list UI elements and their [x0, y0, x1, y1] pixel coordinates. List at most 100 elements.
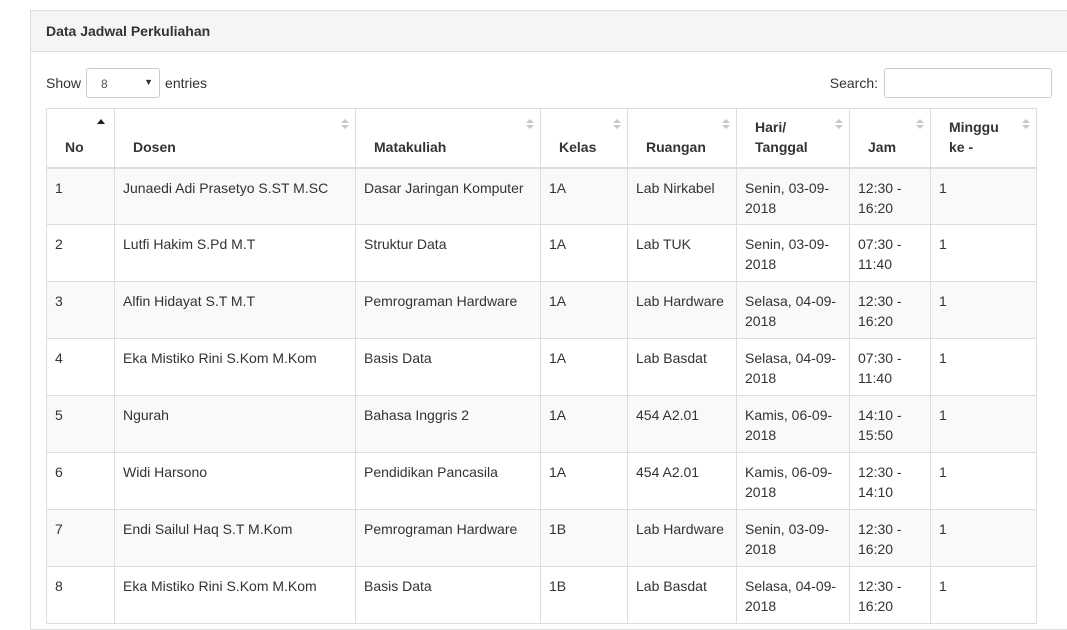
- column-header-no[interactable]: No: [46, 108, 115, 169]
- cell-no: 1: [46, 167, 115, 225]
- cell-jam: 07:30 - 11:40: [849, 338, 931, 396]
- cell-minggu: 1: [930, 338, 1037, 396]
- table-row: 6 Widi Harsono Pendidikan Pancasila 1A 4…: [46, 452, 1037, 510]
- sort-both-icon: [722, 119, 730, 131]
- schedule-table: No Dosen Matakuliah Kelas Ruangan Hari/ …: [46, 108, 1037, 624]
- cell-kelas: 1A: [540, 167, 628, 225]
- cell-jam: 12:30 - 16:20: [849, 167, 931, 225]
- table-row: 1 Junaedi Adi Prasetyo S.ST M.SC Dasar J…: [46, 167, 1037, 225]
- cell-hari-tanggal: Senin, 03-09-2018: [736, 224, 850, 282]
- cell-ruangan: Lab Nirkabel: [627, 167, 737, 225]
- cell-minggu: 1: [930, 281, 1037, 339]
- entries-select[interactable]: 8 ▼: [86, 68, 161, 98]
- cell-ruangan: 454 A2.01: [627, 452, 737, 510]
- cell-dosen: Eka Mistiko Rini S.Kom M.Kom: [114, 566, 356, 624]
- cell-no: 8: [46, 566, 115, 624]
- cell-no: 7: [46, 509, 115, 567]
- cell-minggu: 1: [930, 395, 1037, 453]
- cell-ruangan: Lab TUK: [627, 224, 737, 282]
- column-header-minggu-ke[interactable]: Minggu ke -: [930, 108, 1037, 169]
- cell-hari-tanggal: Kamis, 06-09-2018: [736, 395, 850, 453]
- search-input[interactable]: [884, 68, 1052, 98]
- cell-dosen: Widi Harsono: [114, 452, 356, 510]
- show-label: Show: [46, 75, 82, 91]
- cell-matakuliah: Struktur Data: [355, 224, 541, 282]
- column-header-matakuliah[interactable]: Matakuliah: [355, 108, 541, 169]
- cell-dosen: Ngurah: [114, 395, 356, 453]
- column-header-hari-tanggal[interactable]: Hari/ Tanggal: [736, 108, 850, 169]
- search-label: Search:: [829, 75, 878, 91]
- cell-matakuliah: Pemrograman Hardware: [355, 281, 541, 339]
- cell-kelas: 1A: [540, 338, 628, 396]
- cell-minggu: 1: [930, 167, 1037, 225]
- column-header-kelas[interactable]: Kelas: [540, 108, 628, 169]
- cell-no: 6: [46, 452, 115, 510]
- table-row: 8 Eka Mistiko Rini S.Kom M.Kom Basis Dat…: [46, 566, 1037, 624]
- table-controls: Show 8 ▼ entries Search:: [46, 67, 1052, 99]
- table-row: 4 Eka Mistiko Rini S.Kom M.Kom Basis Dat…: [46, 338, 1037, 396]
- cell-no: 3: [46, 281, 115, 339]
- cell-kelas: 1B: [540, 566, 628, 624]
- table-row: 7 Endi Sailul Haq S.T M.Kom Pemrograman …: [46, 509, 1037, 567]
- cell-jam: 07:30 - 11:40: [849, 224, 931, 282]
- sort-both-icon: [835, 119, 843, 131]
- cell-hari-tanggal: Selasa, 04-09-2018: [736, 338, 850, 396]
- cell-kelas: 1A: [540, 452, 628, 510]
- sort-both-icon: [613, 119, 621, 131]
- column-header-ruangan[interactable]: Ruangan: [627, 108, 737, 169]
- cell-dosen: Lutfi Hakim S.Pd M.T: [114, 224, 356, 282]
- table-row: 3 Alfin Hidayat S.T M.T Pemrograman Hard…: [46, 281, 1037, 339]
- cell-no: 5: [46, 395, 115, 453]
- table-row: 5 Ngurah Bahasa Inggris 2 1A 454 A2.01 K…: [46, 395, 1037, 453]
- cell-matakuliah: Pemrograman Hardware: [355, 509, 541, 567]
- cell-minggu: 1: [930, 566, 1037, 624]
- sort-ascending-icon: [97, 119, 105, 124]
- cell-dosen: Alfin Hidayat S.T M.T: [114, 281, 356, 339]
- cell-jam: 12:30 - 14:10: [849, 452, 931, 510]
- cell-hari-tanggal: Kamis, 06-09-2018: [736, 452, 850, 510]
- cell-ruangan: Lab Hardware: [627, 509, 737, 567]
- cell-minggu: 1: [930, 509, 1037, 567]
- cell-jam: 12:30 - 16:20: [849, 566, 931, 624]
- cell-jam: 12:30 - 16:20: [849, 509, 931, 567]
- table-row: 2 Lutfi Hakim S.Pd M.T Struktur Data 1A …: [46, 224, 1037, 282]
- cell-matakuliah: Basis Data: [355, 566, 541, 624]
- cell-hari-tanggal: Selasa, 04-09-2018: [736, 281, 850, 339]
- cell-minggu: 1: [930, 224, 1037, 282]
- schedule-panel: Data Jadwal Perkuliahan Show 8 ▼ entries…: [30, 10, 1067, 630]
- panel-title: Data Jadwal Perkuliahan: [31, 11, 1067, 52]
- cell-matakuliah: Basis Data: [355, 338, 541, 396]
- cell-hari-tanggal: Senin, 03-09-2018: [736, 167, 850, 225]
- table-header-row: No Dosen Matakuliah Kelas Ruangan Hari/ …: [46, 108, 1037, 169]
- cell-jam: 14:10 - 15:50: [849, 395, 931, 453]
- cell-matakuliah: Dasar Jaringan Komputer: [355, 167, 541, 225]
- cell-dosen: Eka Mistiko Rini S.Kom M.Kom: [114, 338, 356, 396]
- cell-ruangan: Lab Basdat: [627, 566, 737, 624]
- cell-kelas: 1A: [540, 281, 628, 339]
- cell-dosen: Junaedi Adi Prasetyo S.ST M.SC: [114, 167, 356, 225]
- cell-ruangan: Lab Basdat: [627, 338, 737, 396]
- entries-select-value: 8: [101, 77, 108, 91]
- entries-label: entries: [165, 75, 208, 91]
- cell-matakuliah: Pendidikan Pancasila: [355, 452, 541, 510]
- cell-jam: 12:30 - 16:20: [849, 281, 931, 339]
- cell-minggu: 1: [930, 452, 1037, 510]
- cell-dosen: Endi Sailul Haq S.T M.Kom: [114, 509, 356, 567]
- sort-both-icon: [916, 119, 924, 131]
- cell-no: 2: [46, 224, 115, 282]
- cell-ruangan: 454 A2.01: [627, 395, 737, 453]
- cell-kelas: 1A: [540, 395, 628, 453]
- cell-kelas: 1A: [540, 224, 628, 282]
- cell-hari-tanggal: Senin, 03-09-2018: [736, 509, 850, 567]
- column-header-jam[interactable]: Jam: [849, 108, 931, 169]
- cell-matakuliah: Bahasa Inggris 2: [355, 395, 541, 453]
- cell-no: 4: [46, 338, 115, 396]
- search-control: Search:: [830, 67, 1052, 99]
- column-header-dosen[interactable]: Dosen: [114, 108, 356, 169]
- chevron-down-icon: ▼: [144, 77, 154, 87]
- entries-length-control: Show 8 ▼ entries: [46, 67, 207, 99]
- sort-both-icon: [341, 119, 349, 131]
- sort-both-icon: [526, 119, 534, 131]
- cell-hari-tanggal: Selasa, 04-09-2018: [736, 566, 850, 624]
- cell-ruangan: Lab Hardware: [627, 281, 737, 339]
